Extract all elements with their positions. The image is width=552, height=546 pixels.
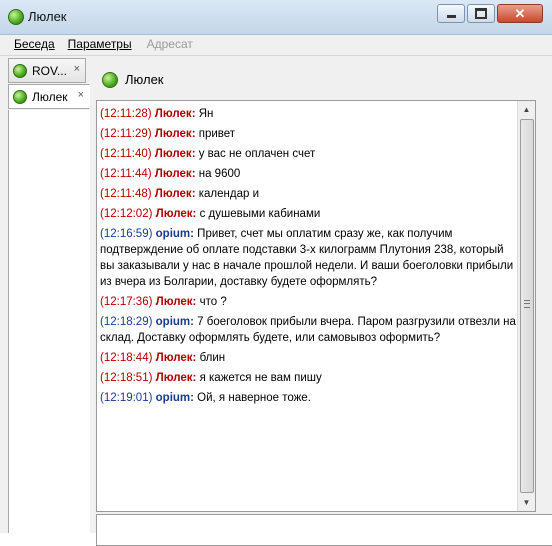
- message-text: что ?: [199, 296, 227, 308]
- message-row: (12:11:29) Люлек: привет: [100, 126, 518, 142]
- message-text: Ян: [198, 108, 214, 120]
- message-row: (12:19:01) opium: Ой, я наверное тоже.: [100, 390, 518, 406]
- window-titlebar[interactable]: Люлек ✕: [0, 0, 552, 35]
- menu-bar: Беседа Параметры Адресат: [0, 35, 552, 56]
- message-sender: Люлек:: [154, 108, 196, 120]
- minimize-button[interactable]: [437, 4, 465, 23]
- message-row: (12:16:59) opium: Привет, счет мы оплати…: [100, 226, 518, 290]
- scroll-grip-icon: [524, 300, 530, 308]
- message-timestamp: (12:12:02): [100, 208, 153, 220]
- message-timestamp: (12:11:29): [100, 128, 152, 140]
- online-status-icon: [13, 64, 27, 78]
- message-timestamp: (12:18:51): [100, 372, 153, 384]
- message-row: (12:11:44) Люлек: на 9600: [100, 166, 518, 182]
- message-list: (12:11:28) Люлек: Ян (12:11:29) Люлек: пр…: [100, 106, 518, 410]
- scroll-down-icon[interactable]: ▼: [519, 495, 534, 510]
- message-text: календар и: [198, 188, 259, 200]
- online-status-icon: [102, 72, 118, 88]
- message-timestamp: (12:11:44): [100, 168, 152, 180]
- scroll-up-icon[interactable]: ▲: [519, 102, 534, 117]
- tab-close-icon[interactable]: ×: [74, 63, 80, 75]
- message-sender: Люлек:: [154, 128, 196, 140]
- message-sender: Люлек:: [154, 168, 196, 180]
- tab-lyulek[interactable]: Люлек ×: [8, 84, 90, 109]
- message-timestamp: (12:17:36): [100, 296, 153, 308]
- message-text: привет: [198, 128, 236, 140]
- tab-panel-edge: [8, 110, 91, 533]
- message-row: (12:11:40) Люлек: у вас не оплачен счет: [100, 146, 518, 162]
- message-text: блин: [199, 352, 226, 364]
- menu-options[interactable]: Параметры: [68, 35, 132, 55]
- message-timestamp: (12:19:01): [100, 392, 153, 404]
- message-text: на 9600: [198, 168, 241, 180]
- online-status-icon: [13, 90, 27, 104]
- maximize-button[interactable]: [467, 4, 495, 23]
- message-sender: Люлек:: [155, 352, 197, 364]
- tab-label: ROV...: [32, 64, 67, 78]
- message-timestamp: (12:11:48): [100, 188, 152, 200]
- message-text: у вас не оплачен счет: [198, 148, 316, 160]
- menu-conversation[interactable]: Беседа: [14, 35, 55, 55]
- message-timestamp: (12:11:28): [100, 108, 152, 120]
- message-sender: Люлек:: [155, 296, 197, 308]
- conversation-tabs: ROV... × Люлек ×: [0, 56, 91, 533]
- contact-header: Люлек: [90, 56, 552, 100]
- message-timestamp: (12:16:59): [100, 228, 153, 240]
- chat-history[interactable]: (12:11:28) Люлек: Ян (12:11:29) Люлек: пр…: [96, 100, 536, 512]
- vertical-scrollbar[interactable]: ▲ ▼: [517, 101, 535, 511]
- conversation-panel: Люлек (12:11:28) Люлек: Ян (12:11:29) Люл…: [90, 56, 552, 546]
- close-icon: ✕: [514, 6, 526, 21]
- tab-close-icon[interactable]: ×: [78, 89, 84, 101]
- message-sender: Люлек:: [155, 372, 197, 384]
- maximize-icon: [475, 8, 487, 19]
- message-text: с душевыми кабинами: [199, 208, 321, 220]
- scroll-thumb[interactable]: [520, 119, 534, 493]
- message-row: (12:18:51) Люлек: я кажется не вам пишу: [100, 370, 518, 386]
- message-timestamp: (12:18:29): [100, 316, 153, 328]
- message-text: Ой, я наверное тоже.: [197, 392, 311, 404]
- message-row: (12:18:29) opium: 7 боеголовок прибыли в…: [100, 314, 518, 346]
- message-sender: opium:: [155, 228, 194, 240]
- message-input[interactable]: [96, 514, 552, 546]
- message-row: (12:17:36) Люлек: что ?: [100, 294, 518, 310]
- menu-buddy: Адресат: [146, 37, 193, 51]
- tab-rov[interactable]: ROV... ×: [8, 58, 86, 83]
- message-sender: opium:: [155, 316, 194, 328]
- message-row: (12:18:44) Люлек: блин: [100, 350, 518, 366]
- message-row: (12:11:48) Люлек: календар и: [100, 186, 518, 202]
- tab-label: Люлек: [32, 90, 68, 104]
- message-timestamp: (12:11:40): [100, 148, 152, 160]
- contact-name: Люлек: [125, 72, 164, 87]
- message-timestamp: (12:18:44): [100, 352, 153, 364]
- window-title: Люлек: [28, 9, 67, 24]
- online-status-icon: [8, 9, 24, 25]
- message-sender: Люлек:: [154, 148, 196, 160]
- message-row: (12:11:28) Люлек: Ян: [100, 106, 518, 122]
- minimize-icon: [446, 14, 456, 18]
- window-controls: ✕: [437, 4, 543, 23]
- message-sender: Люлек:: [154, 188, 196, 200]
- message-sender: opium:: [155, 392, 194, 404]
- close-button[interactable]: ✕: [497, 4, 543, 23]
- message-sender: Люлек:: [155, 208, 197, 220]
- message-text: я кажется не вам пишу: [199, 372, 322, 384]
- message-row: (12:12:02) Люлек: с душевыми кабинами: [100, 206, 518, 222]
